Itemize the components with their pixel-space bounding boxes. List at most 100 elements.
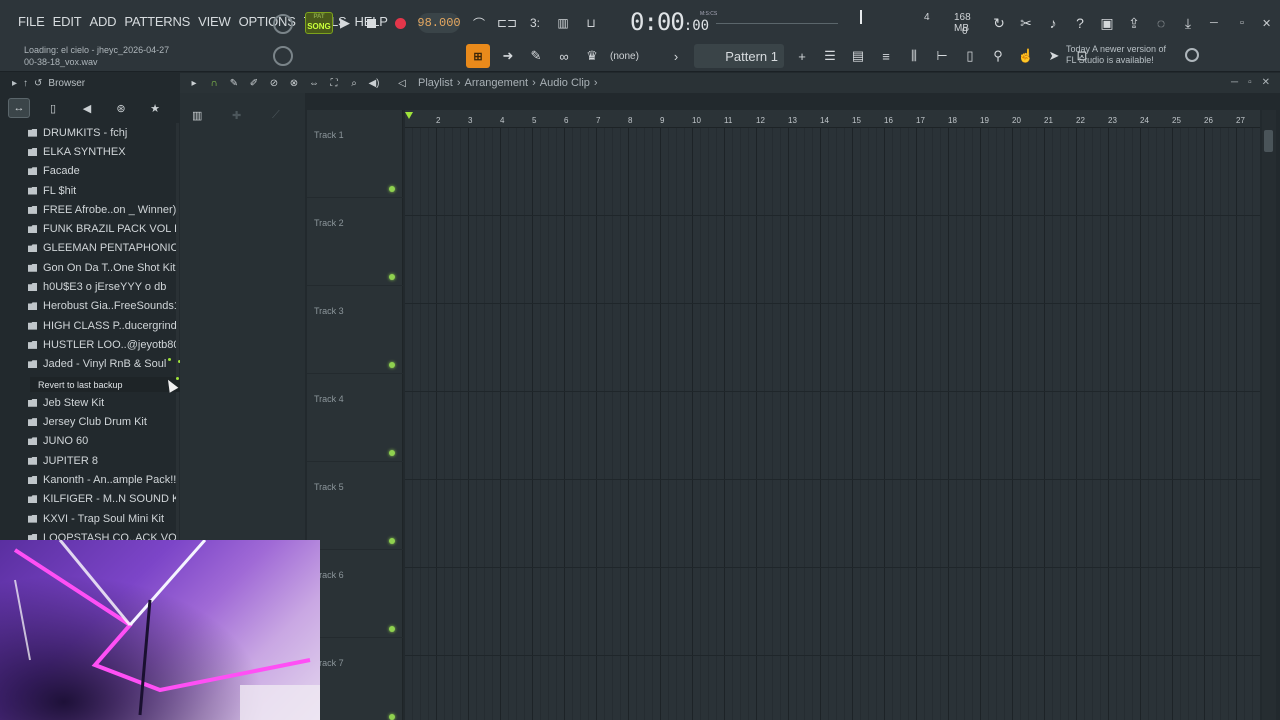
browser-folder-item[interactable]: Kanonth - An..ample Pack!! <box>28 470 176 489</box>
globe-icon[interactable] <box>1185 48 1199 62</box>
track-mute-led[interactable] <box>389 186 395 192</box>
playlist-icon[interactable]: ☰ <box>820 46 840 66</box>
browser-folder-item[interactable]: Facade <box>28 162 176 181</box>
playlist-menu-icon[interactable]: ▸ <box>188 77 200 89</box>
touch-icon[interactable]: ☝ <box>1016 46 1036 66</box>
browser-folder-item[interactable]: JUPITER 8 <box>28 451 176 470</box>
countdown-icon[interactable]: 3: <box>526 14 544 32</box>
browser-folder-item[interactable]: DRUMKITS - fchj <box>28 123 176 142</box>
track-header[interactable]: Track 1 <box>307 110 403 198</box>
playlist-vertical-scrollbar[interactable] <box>1262 110 1276 720</box>
browser-folder-item[interactable]: JUNO 60 <box>28 432 176 451</box>
track-mute-led[interactable] <box>389 274 395 280</box>
help-icon[interactable]: ? <box>1071 12 1089 34</box>
track-header[interactable]: Track 4 <box>307 374 403 462</box>
undo-history-icon[interactable]: ↻ <box>990 12 1008 34</box>
link-icon[interactable]: ∞ <box>554 46 574 66</box>
zoom-tool-icon[interactable]: ⌕ <box>348 77 360 89</box>
browser-folder-item[interactable]: HUSTLER LOO..@jeyotb808 <box>28 335 176 354</box>
wait-for-input-icon[interactable]: ⊏⊐ <box>497 14 517 32</box>
track-mute-led[interactable] <box>389 714 395 720</box>
song-pattern-toggle[interactable]: PAT SONG <box>305 12 333 34</box>
chat-icon[interactable]: ◌ <box>1152 12 1170 34</box>
channel-selector[interactable]: (none) <box>610 51 658 62</box>
browser-folder-item[interactable]: h0U$E3 o jErseYYY o db <box>28 277 176 296</box>
pencil-icon[interactable]: ✎ <box>526 46 546 66</box>
playlist-close-icon[interactable]: ✕ <box>1262 77 1270 88</box>
tab-all[interactable]: ↔ <box>8 98 30 118</box>
menu-file[interactable]: FILE <box>18 14 45 29</box>
add-pattern-icon[interactable]: + <box>792 46 812 66</box>
playback-tool-icon[interactable]: ◀) <box>368 77 380 89</box>
close-icon[interactable]: ✕ <box>1262 17 1271 30</box>
delete-tool-icon[interactable]: ⊘ <box>268 77 280 89</box>
playlist-minimize-icon[interactable]: ─ <box>1231 77 1238 88</box>
timeline-ruler[interactable]: 2 3 4 5 6 7 8 9 10 11 12 13 14 15 16 17 18 19 20 21 22 23 24 25… <box>405 110 1260 128</box>
snap-magnet-button[interactable]: ⊞ <box>466 44 490 68</box>
channel-rack-icon[interactable]: ≡ <box>876 46 896 66</box>
track-header[interactable]: Track 5 <box>307 462 403 550</box>
browser-folder-item[interactable]: FREE Afrobe..on _ Winner) <box>28 200 176 219</box>
plugin-icon[interactable]: ⚲ <box>988 46 1008 66</box>
download-icon[interactable]: ⤓ <box>1179 12 1197 34</box>
save-icon[interactable]: ▣ <box>1098 12 1116 34</box>
browser-scrollbar[interactable] <box>176 123 179 540</box>
history-icon[interactable]: ↺ <box>34 78 42 89</box>
minimize-icon[interactable]: ─ <box>1210 17 1218 29</box>
arrow-right-icon[interactable]: ➜ <box>498 46 518 66</box>
chevron-right-icon[interactable]: › <box>666 46 686 66</box>
menu-view[interactable]: VIEW <box>198 14 231 29</box>
track-mute-led[interactable] <box>389 538 395 544</box>
browser-folder-item[interactable]: KILFIGER - M..N SOUND KIT <box>28 490 176 509</box>
browser-folder-item[interactable]: GLEEMAN PENTAPHONIC <box>28 239 176 258</box>
track-header[interactable]: Track 2 <box>307 198 403 286</box>
track-header[interactable]: Track 7 <box>307 638 403 720</box>
mute-tool-icon[interactable]: ⊗ <box>288 77 300 89</box>
maximize-icon[interactable]: ▫ <box>1240 17 1244 29</box>
snap-icon[interactable]: ∩ <box>208 77 220 89</box>
track-mute-led[interactable] <box>389 626 395 632</box>
stop-button[interactable] <box>362 14 380 32</box>
browser-folder-item[interactable]: Gon On Da T..One Shot Kit <box>28 258 176 277</box>
browser-folder-item[interactable]: Herobust Gia..FreeSounds1 <box>28 297 176 316</box>
tab-favorites[interactable]: ★ <box>144 98 166 118</box>
up-arrow-icon[interactable]: ↑ <box>23 78 28 89</box>
menu-edit[interactable]: EDIT <box>53 14 82 29</box>
menu-add[interactable]: ADD <box>89 14 116 29</box>
step-edit-icon[interactable]: ▥ <box>554 14 572 32</box>
browser-folder-item[interactable]: HIGH CLASS P..ducergrind) <box>28 316 176 335</box>
browser-folder-item[interactable]: FL $hit <box>28 181 176 200</box>
export-icon[interactable]: ⇪ <box>1125 12 1143 34</box>
track-header[interactable]: Track 6 <box>307 550 403 638</box>
pattern-clip-icon[interactable]: ▥ <box>192 109 202 122</box>
mixer-icon[interactable]: ⫼ <box>904 46 924 66</box>
expand-arrow-icon[interactable]: ▸ <box>12 78 17 89</box>
browser-folder-item[interactable]: FUNK BRAZIL PACK VOL II <box>28 219 176 238</box>
browser-folder-item[interactable]: ELKA SYNTHEX <box>28 142 176 161</box>
time-display[interactable]: 0:00:00 <box>630 8 709 36</box>
main-volume-knob[interactable] <box>273 14 293 34</box>
title-clip[interactable]: Audio Clip <box>540 77 590 89</box>
tab-plugins[interactable]: ⊛ <box>110 98 132 118</box>
browser-tree-icon[interactable]: ⊢ <box>932 46 952 66</box>
playlist-scroll-thumb[interactable] <box>1264 130 1273 152</box>
microphone-icon[interactable]: ♪ <box>1044 12 1062 34</box>
paint-tool-icon[interactable]: ✐ <box>248 77 260 89</box>
tools-icon[interactable]: ✂ <box>1017 12 1035 34</box>
slip-tool-icon[interactable]: ⇔ <box>308 77 320 89</box>
loop-record-icon[interactable]: ⊔ <box>582 14 600 32</box>
track-mute-led[interactable] <box>389 362 395 368</box>
stamp-icon[interactable]: ♛ <box>582 46 602 66</box>
browser-folder-item[interactable]: Jeb Stew Kit <box>28 393 176 412</box>
browser-folder-item[interactable]: LOOPSTASH CO..ACK VOL. 1 <box>28 528 176 540</box>
tab-audio[interactable]: ◀ <box>76 98 98 118</box>
tempo-display[interactable]: 98.000 <box>417 13 461 33</box>
tab-files[interactable]: ▯ <box>42 98 64 118</box>
piano-roll-icon[interactable]: ▤ <box>848 46 868 66</box>
pattern-selector[interactable]: Pattern 1 <box>694 44 784 68</box>
update-notice[interactable]: Today A newer version of FL Studio is av… <box>1066 44 1186 66</box>
title-arrangement[interactable]: Arrangement <box>465 77 529 89</box>
file-icon[interactable]: ▯ <box>960 46 980 66</box>
metronome-icon[interactable]: ⌒ <box>470 14 488 32</box>
browser-folder-item[interactable]: Jaded - Vinyl RnB & Soul <box>28 355 176 374</box>
